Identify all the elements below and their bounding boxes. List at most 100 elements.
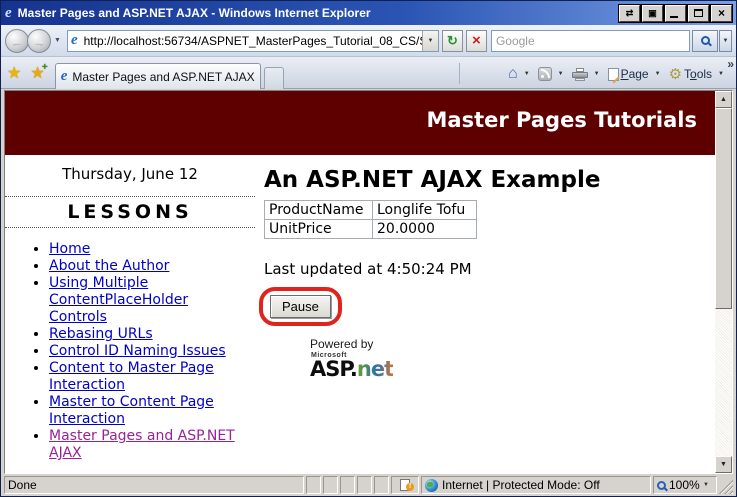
product-table: ProductName Longlife Tofu UnitPrice 20.0…: [264, 200, 477, 239]
gear-icon: ⚙: [668, 65, 683, 83]
lesson-item: Master Pages and ASP.NET AJAX: [49, 428, 249, 462]
address-bar-row: ← → ▼ e http://localhost:56734/ASPNET_Ma…: [1, 25, 736, 57]
lessons-list: HomeAbout the AuthorUsing Multiple Conte…: [5, 241, 255, 462]
security-report-panel[interactable]: !: [391, 476, 419, 494]
status-text: Done: [8, 478, 37, 492]
resize-grip[interactable]: [719, 476, 733, 494]
zoom-magnifier-icon: [657, 480, 666, 490]
scroll-up-button[interactable]: ▲: [715, 91, 732, 108]
add-favorite-button[interactable]: ★ +: [30, 63, 47, 82]
tools-label-post: ols: [696, 67, 713, 81]
lesson-link[interactable]: Master to Content Page Interaction: [49, 394, 214, 427]
window-extra-button-2[interactable]: ▣: [642, 4, 663, 22]
minimize-button[interactable]: [665, 4, 686, 22]
feeds-button[interactable]: [536, 65, 554, 83]
lesson-link[interactable]: Content to Master Page Interaction: [49, 360, 214, 393]
history-dropdown-button[interactable]: ▼: [54, 37, 61, 44]
stop-button[interactable]: ×: [465, 29, 487, 52]
forward-button[interactable]: →: [27, 28, 51, 53]
status-panel-empty: [306, 476, 321, 494]
main-content: An ASP.NET AJAX Example ProductName Long…: [255, 155, 715, 473]
window-extra-button-1[interactable]: ⇄: [619, 4, 640, 22]
lesson-item: Using Multiple ContentPlaceHolder Contro…: [49, 275, 249, 326]
logo-dot: .: [349, 357, 358, 381]
status-panel-empty: [340, 476, 355, 494]
lesson-link[interactable]: Using Multiple ContentPlaceHolder Contro…: [49, 275, 188, 325]
status-panel-empty: [357, 476, 372, 494]
maximize-icon: [694, 9, 703, 17]
lesson-item: Rebasing URLs: [49, 326, 249, 343]
table-cell-unitprice-label: UnitPrice: [264, 219, 373, 239]
page-label: age: [628, 67, 649, 81]
minimize-icon: [670, 15, 678, 18]
home-button[interactable]: ⌂: [506, 64, 520, 84]
rss-feed-icon: [537, 67, 552, 81]
security-zone-panel[interactable]: Internet | Protected Mode: Off: [421, 476, 651, 494]
tab-bar: ★ ★ + e Master Pages and ASP.NET AJAX ⌂ ▼…: [1, 57, 736, 89]
search-options-button[interactable]: ▼: [719, 29, 732, 52]
refresh-button[interactable]: ↻: [441, 29, 463, 52]
lesson-link[interactable]: Master Pages and ASP.NET AJAX: [49, 428, 235, 461]
tools-label-accesskey: o: [690, 67, 697, 81]
lesson-link[interactable]: About the Author: [49, 258, 169, 274]
address-field[interactable]: e http://localhost:56734/ASPNET_MasterPa…: [66, 29, 439, 52]
tab-active[interactable]: e Master Pages and ASP.NET AJAX: [54, 63, 261, 89]
browser-window: e Master Pages and ASP.NET AJAX - Window…: [0, 0, 737, 497]
forward-arrow-icon: →: [33, 33, 45, 48]
window-title: Master Pages and ASP.NET AJAX - Windows …: [17, 6, 371, 20]
back-arrow-icon: ←: [11, 33, 23, 48]
feeds-dropdown-button[interactable]: ▼: [558, 71, 564, 77]
page-viewport: Master Pages Tutorials Thursday, June 12…: [4, 90, 733, 474]
maximize-button[interactable]: [688, 4, 709, 22]
scrollbar-thumb[interactable]: [715, 108, 732, 309]
favorites-button[interactable]: ★: [7, 66, 21, 82]
lesson-item: Home: [49, 241, 249, 258]
page-title: An ASP.NET AJAX Example: [264, 167, 601, 193]
lesson-link[interactable]: Home: [49, 241, 90, 257]
logo-net-text: net: [356, 357, 394, 381]
table-cell-unitprice-value: 20.0000: [372, 219, 477, 239]
print-dropdown-button[interactable]: ▼: [594, 71, 600, 77]
printer-icon: [571, 67, 588, 81]
aspnet-logo: Powered by Microsoft ASP.net: [310, 338, 715, 380]
page-dropdown-button[interactable]: ▼: [655, 71, 661, 77]
lessons-heading: LESSONS: [5, 196, 255, 228]
lesson-link[interactable]: Control ID Naming Issues: [49, 343, 226, 359]
vertical-scrollbar[interactable]: ▲ ▼: [715, 91, 732, 473]
pause-button[interactable]: Pause: [270, 295, 331, 318]
url-text: http://localhost:56734/ASPNET_MasterPage…: [83, 33, 422, 48]
tab-favicon-icon: e: [60, 68, 68, 84]
page-menu-button[interactable]: Page: [606, 65, 651, 83]
status-panel-empty: [374, 476, 389, 494]
close-button[interactable]: ×: [711, 4, 732, 22]
address-dropdown-button[interactable]: ▼: [421, 30, 438, 51]
search-icon: [700, 36, 710, 45]
search-input[interactable]: Google: [490, 29, 690, 52]
logo-asp-text: ASP: [310, 357, 351, 381]
new-tab-button[interactable]: [263, 67, 284, 89]
toolbar-overflow-button[interactable]: »: [727, 57, 734, 71]
scroll-down-button[interactable]: ▼: [715, 456, 732, 473]
toolbar-divider: [459, 63, 460, 84]
tools-menu-button[interactable]: ⚙ Tools: [667, 65, 714, 84]
date-label: Thursday, June 12: [62, 165, 198, 183]
table-cell-productname-value: Longlife Tofu: [372, 200, 477, 220]
print-button[interactable]: [570, 66, 590, 83]
web-page: Master Pages Tutorials Thursday, June 12…: [5, 91, 715, 473]
refresh-icon: ↻: [446, 32, 458, 48]
resize-arrows-icon: ⇄: [625, 7, 634, 18]
zoom-dropdown-button[interactable]: ▼: [703, 482, 709, 488]
search-button[interactable]: [692, 29, 718, 52]
tools-dropdown-button[interactable]: ▼: [718, 71, 724, 77]
lesson-item: Control ID Naming Issues: [49, 343, 249, 360]
lesson-link[interactable]: Rebasing URLs: [49, 326, 153, 342]
status-panel-empty: [323, 476, 338, 494]
window-popout-icon: ▣: [648, 7, 657, 18]
page-body: Thursday, June 12 LESSONS HomeAbout the …: [5, 155, 715, 473]
table-row: UnitPrice 20.0000: [264, 219, 477, 239]
lesson-item: About the Author: [49, 258, 249, 275]
site-banner: Master Pages Tutorials: [5, 91, 715, 155]
home-dropdown-button[interactable]: ▼: [524, 71, 530, 77]
back-button[interactable]: ←: [5, 28, 29, 53]
zoom-panel[interactable]: 100% ▼: [653, 476, 717, 494]
